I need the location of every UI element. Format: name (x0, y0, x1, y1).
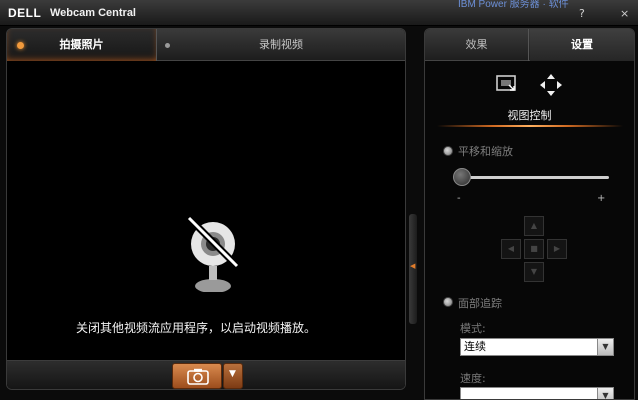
tab-label: 录制视频 (259, 38, 303, 51)
title-bar: DELL Webcam Central IBM Power 服务器 · 软件 ?… (0, 0, 638, 26)
zoom-min-label: - (457, 193, 461, 204)
tab-record-video[interactable]: 录制视频 (157, 29, 405, 61)
video-preview: 关闭其他视频流应用程序，以启动视频播放。 (7, 62, 405, 388)
face-tracking-label: 面部追踪 (458, 297, 502, 310)
inactive-indicator-icon (165, 43, 170, 48)
face-tracking-radio[interactable] (443, 297, 453, 307)
preview-message: 关闭其他视频流应用程序，以启动视频播放。 (75, 321, 316, 335)
settings-panel: 效果 设置 视图控制 平移和缩放 - + ▲ ◀ ■ ▶ ▼ 面部追踪 模式: … (424, 28, 635, 400)
background-window-text: IBM Power 服务器 · 软件 (458, 0, 569, 10)
pan-dpad: ▲ ◀ ■ ▶ ▼ (501, 216, 567, 282)
zoom-slider-track[interactable] (459, 176, 609, 179)
zoom-slider-thumb[interactable] (453, 168, 471, 186)
mode-select[interactable]: 连续 ▼ (460, 338, 614, 356)
tab-take-photo[interactable]: 拍摄照片 (7, 29, 157, 61)
capture-toolbar: ▼ (7, 360, 405, 389)
move-arrows-icon[interactable] (539, 73, 563, 97)
mode-label: 模式: (460, 322, 486, 335)
tab-settings[interactable]: 设置 (530, 29, 634, 61)
capture-options-dropdown[interactable]: ▼ (223, 363, 243, 389)
mode-value: 连续 (464, 340, 486, 353)
pan-zoom-radio[interactable] (443, 146, 453, 156)
tab-effects[interactable]: 效果 (425, 29, 529, 61)
chevron-left-icon: ◀ (410, 262, 416, 270)
view-control-title: 视图控制 (507, 109, 552, 122)
pan-right-button[interactable]: ▶ (547, 239, 567, 259)
chevron-down-icon: ▼ (597, 388, 613, 399)
tab-label: 拍摄照片 (59, 38, 104, 51)
capture-tabs: 拍摄照片 录制视频 (7, 29, 405, 61)
close-button[interactable]: × (620, 7, 629, 20)
capture-panel: 拍摄照片 录制视频 关闭其他视频流应用程序，以启动视频播放。 ▼ (6, 28, 406, 390)
section-divider (437, 125, 623, 127)
pan-up-button[interactable]: ▲ (524, 216, 544, 236)
pan-left-button[interactable]: ◀ (501, 239, 521, 259)
help-button[interactable]: ? (579, 7, 585, 20)
webcam-disabled-icon (186, 215, 240, 292)
app-title: Webcam Central (50, 7, 136, 19)
fit-frame-icon[interactable] (495, 73, 519, 95)
pan-down-button[interactable]: ▼ (524, 262, 544, 282)
active-indicator-icon (17, 42, 24, 49)
dell-logo: DELL (8, 6, 42, 20)
pan-zoom-label: 平移和缩放 (458, 145, 513, 158)
zoom-max-label: + (597, 193, 606, 204)
capture-photo-button[interactable] (172, 363, 222, 389)
speed-select[interactable]: ▼ (460, 387, 614, 399)
camera-icon (187, 368, 209, 385)
chevron-down-icon: ▼ (597, 339, 613, 355)
speed-label: 速度: (460, 372, 486, 385)
chevron-down-icon: ▼ (229, 369, 236, 379)
panel-splitter-handle[interactable]: ◀ (409, 214, 417, 324)
pan-center-button[interactable]: ■ (524, 239, 544, 259)
settings-tabs: 效果 设置 (425, 29, 634, 61)
